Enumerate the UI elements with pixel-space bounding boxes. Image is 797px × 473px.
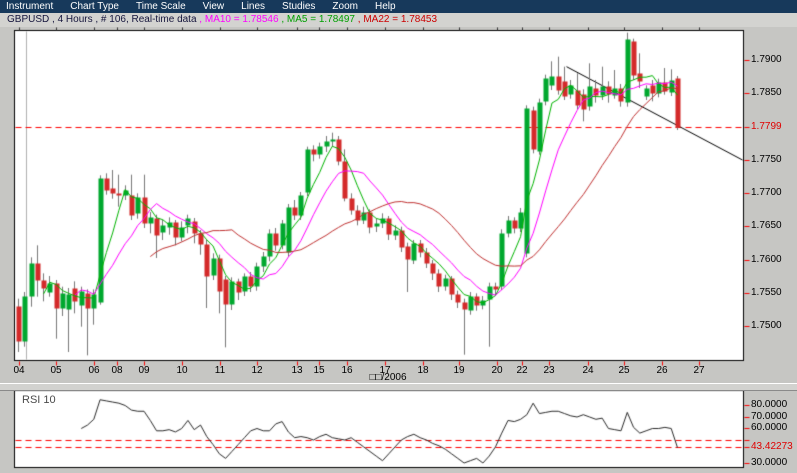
- price-axis-label: 1.7550: [751, 286, 782, 298]
- date-axis-label: 18: [417, 365, 429, 376]
- date-axis-label: 10: [176, 365, 188, 376]
- date-axis-label: 27: [693, 365, 705, 376]
- date-axis-label: 11: [214, 365, 226, 376]
- price-axis-label: 1.7750: [751, 153, 782, 165]
- menu-item-time-scale[interactable]: Time Scale: [136, 0, 186, 13]
- date-axis-label: 15: [313, 365, 325, 376]
- date-axis-label: 22: [516, 365, 528, 376]
- date-axis-label: 05: [50, 365, 62, 376]
- chart-application-window: Instrument Chart Type Time Scale View Lines S…: [0, 0, 797, 473]
- menu-item-chart-type[interactable]: Chart Type: [70, 0, 119, 13]
- price-chart-canvas[interactable]: [0, 0, 797, 473]
- price-axis-label: 1.7850: [751, 86, 782, 98]
- price-axis-label: 1.7500: [751, 320, 782, 332]
- ma10-value: , MA10 = 1.78546: [196, 14, 279, 25]
- date-axis-label: 09: [138, 365, 150, 376]
- instrument-info: GBPUSD , 4 Hours , # 106, Real-time data: [7, 14, 197, 25]
- menu-item-studies[interactable]: Studies: [282, 0, 315, 13]
- menu-item-lines[interactable]: Lines: [241, 0, 265, 13]
- price-axis-label: 1.7700: [751, 186, 782, 198]
- price-axis-label: 1.7650: [751, 220, 782, 232]
- rsi-axis-label: 80.0000: [751, 399, 788, 410]
- rsi-study-label: RSI 10: [22, 394, 56, 406]
- date-axis-label: 17: [379, 365, 391, 376]
- menu-item-instrument[interactable]: Instrument: [6, 0, 53, 13]
- date-axis-label: 16: [341, 365, 353, 376]
- ma5-value: , MA5 = 1.78497: [278, 14, 355, 25]
- price-axis-label: 1.7900: [751, 53, 782, 65]
- date-axis-label: 23: [543, 365, 555, 376]
- info-bar: GBPUSD , 4 Hours , # 106, Real-time data…: [0, 13, 797, 27]
- current-price-label: 1.7799: [751, 120, 782, 132]
- date-axis-label: 24: [582, 365, 594, 376]
- date-axis-label: 25: [618, 365, 630, 376]
- date-axis-label: 26: [656, 365, 668, 376]
- ma22-value: , MA22 = 1.78453: [355, 14, 438, 25]
- date-axis-label: 08: [111, 365, 123, 376]
- menu-item-zoom[interactable]: Zoom: [332, 0, 358, 13]
- date-axis-label: 20: [491, 365, 503, 376]
- rsi-axis-label: 30.0000: [751, 456, 788, 468]
- menu-bar: Instrument Chart Type Time Scale View Lines S…: [0, 0, 797, 13]
- date-axis-label: 12: [251, 365, 263, 376]
- price-axis-label: 1.7600: [751, 253, 782, 265]
- menu-item-help[interactable]: Help: [375, 0, 396, 13]
- menu-item-view[interactable]: View: [203, 0, 225, 13]
- rsi-current-value-label: 43.42273: [751, 441, 793, 453]
- date-axis-label: 04: [13, 365, 25, 376]
- date-axis-label: 19: [453, 365, 465, 376]
- panel-splitter[interactable]: [0, 383, 797, 391]
- rsi-axis-label: 60.0000: [751, 422, 788, 433]
- rsi-axis-label: 70.0000: [751, 410, 788, 422]
